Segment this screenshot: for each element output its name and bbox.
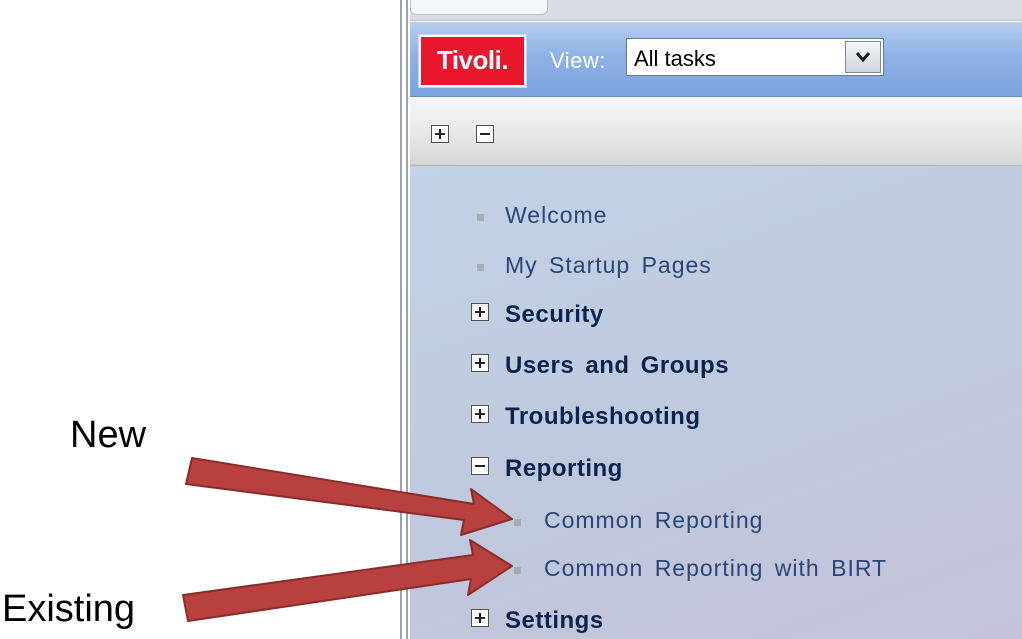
- arrow-existing: [182, 539, 513, 622]
- annotation-arrows: [182, 457, 513, 622]
- arrow-new: [185, 457, 513, 536]
